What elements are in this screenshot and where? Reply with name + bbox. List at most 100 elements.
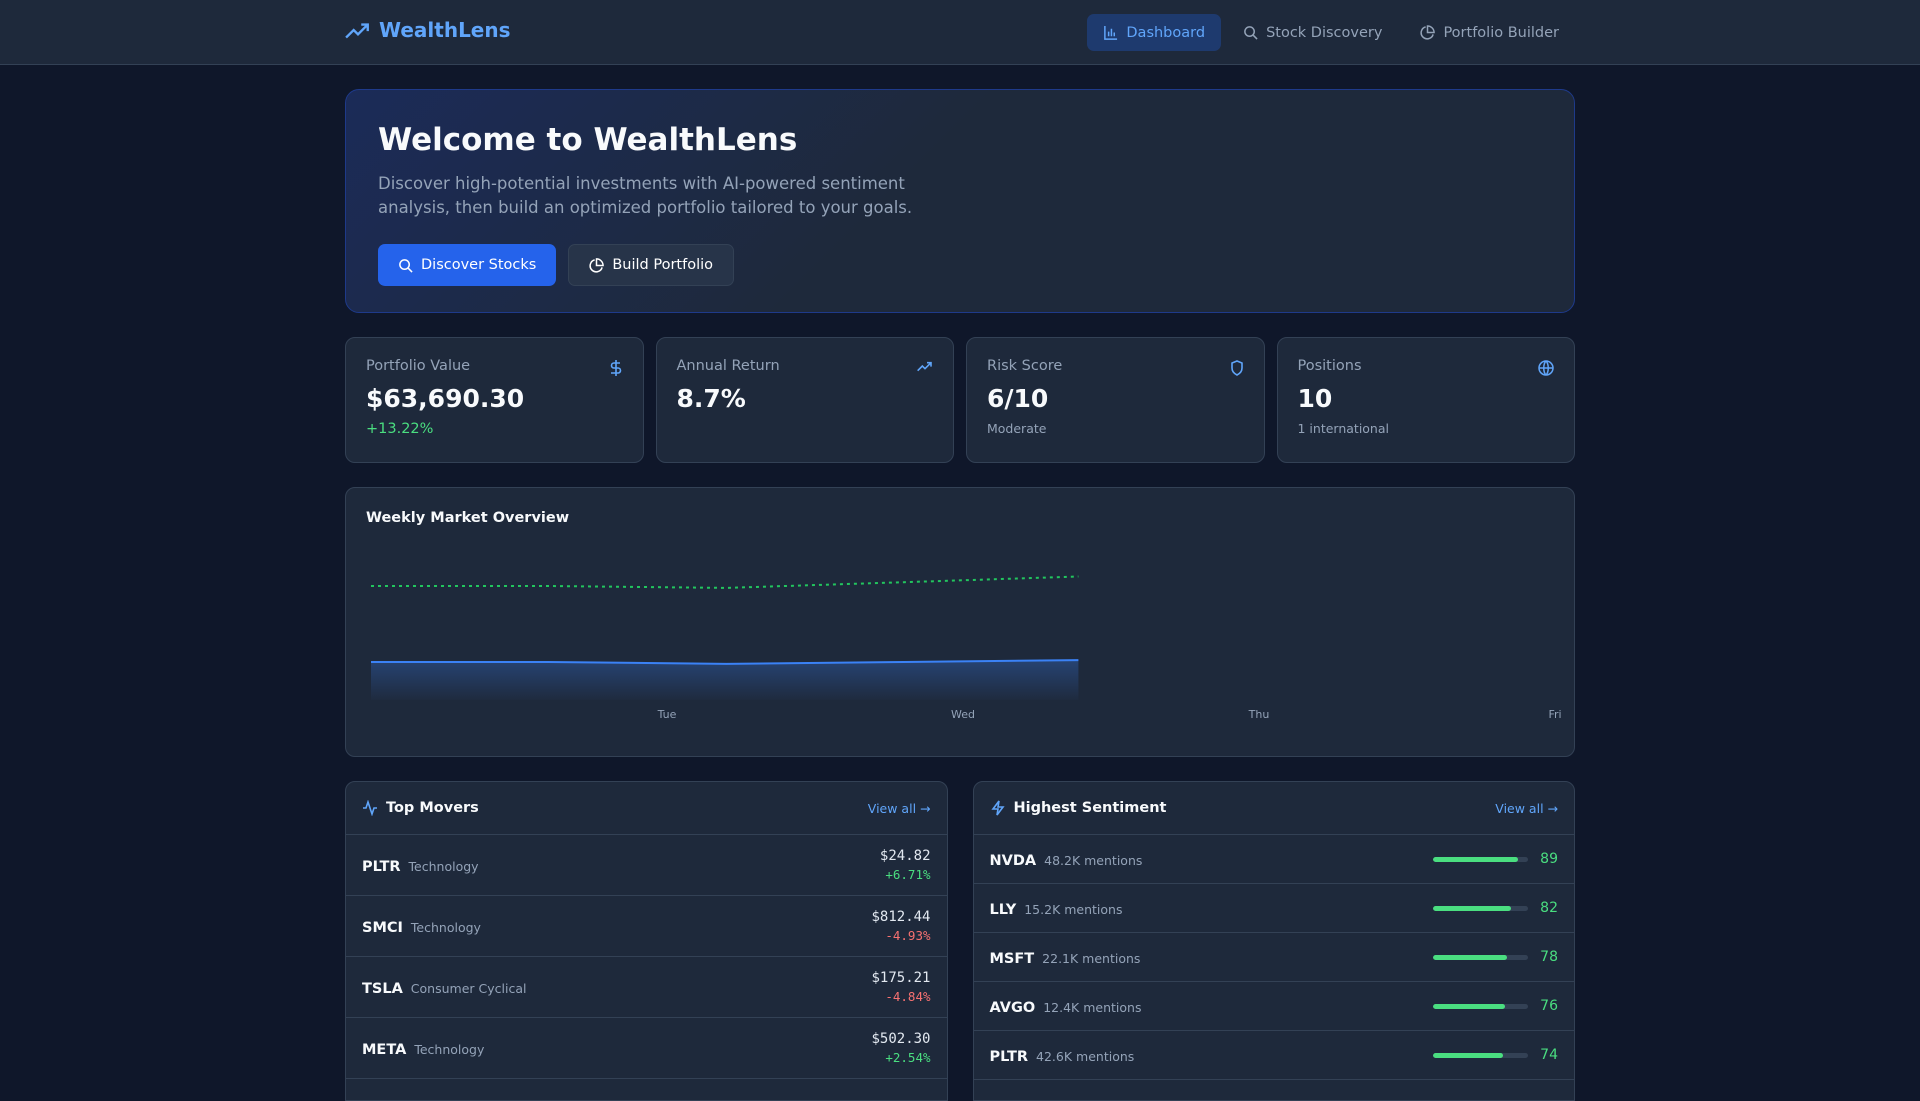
weekly-market-chart: Weekly Market Overview Tue Wed Thu Fri [345,487,1575,757]
mover-price: $812.44 [871,909,931,925]
stat-label: Positions [1297,358,1362,374]
x-tick-label: Thu [1248,708,1270,721]
mover-symbol: META [362,1041,407,1058]
benchmark-line [371,575,1079,589]
sentiment-row[interactable]: PLTR 42.6K mentions 74 [973,1031,1574,1080]
mover-row[interactable]: SMCI Technology $812.44 -4.93% [346,896,947,957]
build-portfolio-button[interactable]: Build Portfolio [568,244,735,286]
portfolio-area [371,660,1079,700]
sentiment-bar [1433,905,1528,911]
stat-risk-score: Risk Score 6/10 Moderate [966,337,1265,463]
search-icon [1244,26,1258,40]
stat-value: $63,690.30 [366,384,525,413]
sentiment-bar [1433,856,1528,862]
x-tick-label: Fri [1548,708,1561,721]
x-tick-label: Tue [657,708,677,721]
top-nav: WealthLens Dashboard Stock Discovery Por… [0,0,1920,65]
mover-change: -4.84% [885,989,931,1004]
chart-svg: Tue Wed Thu Fri [371,575,1562,721]
sentiment-score: 74 [1540,1047,1558,1063]
mover-symbol: PLTR [362,858,401,875]
trending-up-icon [345,23,369,39]
mover-change: +6.71% [885,867,931,882]
zap-icon [990,800,1005,816]
highest-sentiment-panel: Highest Sentiment View all → NVDA 48.2K m… [972,781,1575,1101]
sentiment-score: 76 [1540,998,1558,1014]
mover-price: $175.21 [871,970,931,986]
sentiment-symbol: PLTR [989,1048,1029,1065]
stats-row: Portfolio Value $63,690.30 +13.22% Annua… [345,337,1575,463]
sentiment-bar [1433,954,1528,960]
bar-chart-icon [1104,25,1118,40]
mover-change: -4.93% [885,928,931,943]
pie-chart-icon [589,257,605,273]
bottom-panels: Top Movers View all → PLTR Technology $24… [345,781,1575,1101]
mover-row[interactable]: TSLA Consumer Cyclical $175.21 -4.84% [346,957,947,1018]
activity-icon [363,800,377,816]
stat-label: Risk Score [987,358,1063,374]
top-movers-panel: Top Movers View all → PLTR Technology $24… [345,781,948,1101]
sentiment-bar [1433,1003,1528,1009]
nav-label: Dashboard [1126,24,1206,41]
sentiment-score: 82 [1540,900,1558,916]
pie-chart-icon [1420,25,1436,40]
view-all-sentiment-link[interactable]: View all → [1495,801,1558,816]
mover-sector: Consumer Cyclical [410,980,527,996]
button-label: Discover Stocks [421,257,537,273]
sentiment-symbol: AVGO [989,999,1036,1016]
sentiment-symbol: LLY [989,901,1017,918]
sentiment-row[interactable]: LLY 15.2K mentions 82 [973,884,1574,933]
stat-label: Portfolio Value [366,358,471,374]
button-label: Build Portfolio [612,257,714,273]
nav-portfolio-builder[interactable]: Portfolio Builder [1404,14,1575,51]
nav-stock-discovery[interactable]: Stock Discovery [1227,14,1398,51]
trending-up-icon [917,361,932,372]
stat-annual-return: Annual Return 8.7% [655,337,954,463]
dollar-icon [610,360,621,376]
sentiment-bar [1433,1052,1528,1058]
sentiment-row[interactable]: AVGO 12.4K mentions 76 [973,982,1574,1031]
panel-title: Top Movers [386,800,479,816]
sentiment-row[interactable]: NVDA 48.2K mentions 89 [973,835,1574,884]
mover-sector: Technology [408,858,479,874]
globe-icon [1538,360,1554,376]
panel-title: Highest Sentiment [1013,800,1167,816]
mover-change: +2.54% [885,1050,931,1065]
stat-value: 10 [1297,384,1333,413]
mover-row[interactable]: META Technology $502.30 +2.54% [346,1018,947,1079]
hero-banner: Welcome to WealthLens Discover high-pote… [345,89,1575,313]
hero-text: Discover high-potential investments with… [378,174,913,217]
sentiment-score: 89 [1540,851,1558,867]
sentiment-score: 78 [1540,949,1558,965]
mover-symbol: TSLA [362,980,403,997]
nav-dashboard[interactable]: Dashboard [1087,14,1222,51]
sentiment-mentions: 12.4K mentions [1043,999,1142,1015]
view-all-movers-link[interactable]: View all → [868,801,931,816]
app-name: WealthLens [379,18,511,42]
discover-stocks-button[interactable]: Discover Stocks [378,244,557,286]
stat-label: Annual Return [676,358,780,374]
search-icon [399,258,413,273]
logo[interactable]: WealthLens [345,18,511,42]
stat-portfolio-value: Portfolio Value $63,690.30 +13.22% [345,337,644,463]
mover-price: $502.30 [871,1031,931,1047]
sentiment-symbol: MSFT [989,950,1035,967]
shield-icon [1230,360,1243,376]
sentiment-row[interactable]: MSFT 22.1K mentions 78 [973,933,1574,982]
mover-sector: Technology [410,919,481,935]
sentiment-mentions: 48.2K mentions [1044,852,1143,868]
x-tick-label: Wed [951,708,975,721]
stat-value: 8.7% [676,384,746,413]
mover-symbol: SMCI [362,919,403,936]
sentiment-mentions: 15.2K mentions [1024,901,1123,917]
hero-title: Welcome to WealthLens [378,122,798,158]
stat-sub: 1 international [1297,421,1390,436]
mover-price: $24.82 [879,848,931,864]
mover-sector: Technology [414,1041,485,1057]
sentiment-mentions: 42.6K mentions [1036,1048,1135,1064]
stat-sub: Moderate [987,421,1047,436]
stat-change: +13.22% [366,421,434,437]
stat-positions: Positions 10 1 international [1276,337,1575,463]
mover-row[interactable]: PLTR Technology $24.82 +6.71% [346,835,947,896]
sentiment-symbol: NVDA [989,852,1037,869]
